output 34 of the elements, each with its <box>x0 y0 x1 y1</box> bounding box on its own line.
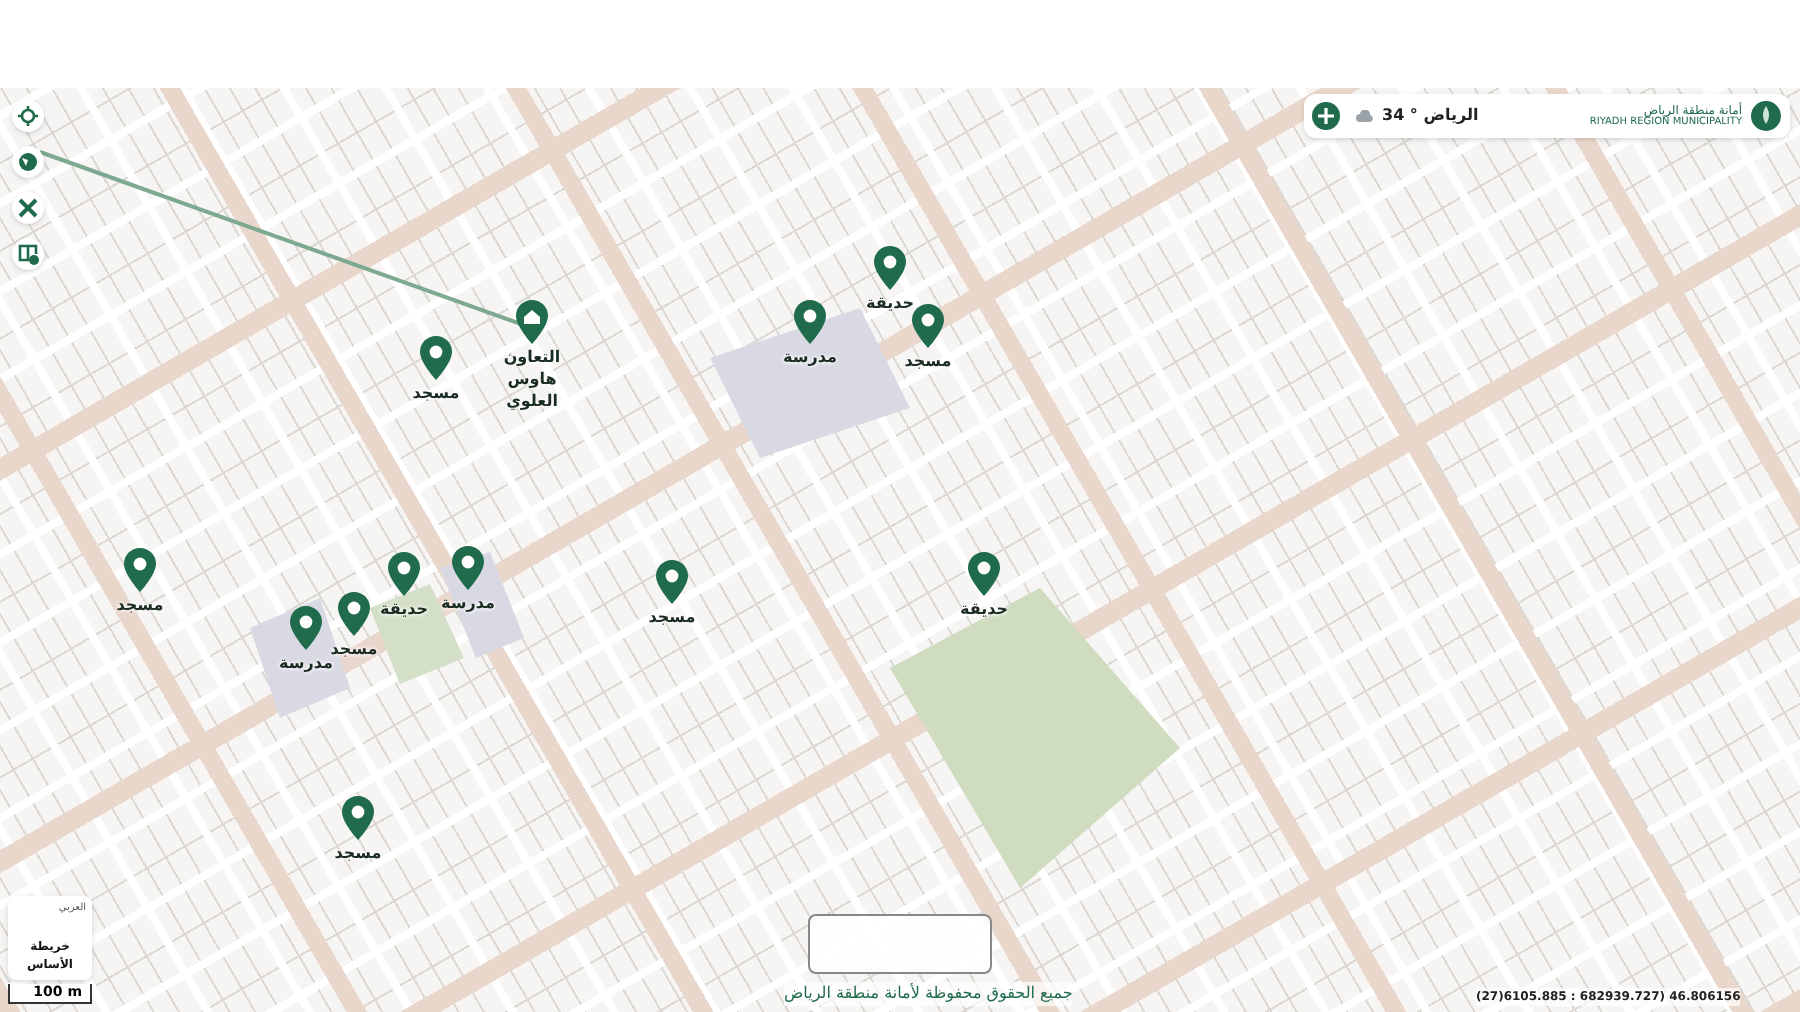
map-pin-icon[interactable] <box>420 336 452 380</box>
map-pin-icon[interactable] <box>912 304 944 348</box>
pin-label: مدرسة <box>279 654 333 674</box>
map-pin-icon[interactable] <box>968 552 1000 596</box>
tools-icon <box>18 198 38 218</box>
map-pin-icon[interactable] <box>656 560 688 604</box>
plus-icon <box>1318 108 1334 124</box>
map-pin-icon[interactable] <box>338 592 370 636</box>
pin-label: حديقة <box>960 598 1008 620</box>
house-pin-icon[interactable] <box>516 300 548 344</box>
cloud-icon <box>1356 110 1374 122</box>
map-pin-icon[interactable] <box>452 546 484 590</box>
map-pin-icon[interactable] <box>874 246 906 290</box>
pin-label: مسجد <box>412 382 460 404</box>
map-pin-icon[interactable] <box>124 548 156 592</box>
copyright-text: جميع الحقوق محفوظة لأمانة منطقة الرياض <box>784 982 1073 1006</box>
pin-label: مسجد <box>648 606 696 628</box>
pin-label: مسجد <box>904 350 952 372</box>
add-button[interactable] <box>1312 102 1340 130</box>
pin-label: مدرسة <box>783 346 837 368</box>
pin-label: حديقة <box>866 292 914 314</box>
pin-label: مدرسة <box>441 592 495 614</box>
weather-text: الرياض ° 34 <box>1382 104 1479 128</box>
emblem-icon <box>1750 100 1782 132</box>
pin-label: مسجد <box>330 638 378 659</box>
map-pin-icon[interactable] <box>290 606 322 650</box>
pin-label: مسجد <box>116 594 164 616</box>
pin-label: مسجد <box>334 842 382 864</box>
pin-label: حديقة <box>380 598 428 620</box>
crosshair-icon <box>18 106 38 126</box>
pin-label: التعاون هاوس العلوي <box>501 346 563 412</box>
map-pin-icon[interactable] <box>794 300 826 344</box>
map-pin-icon[interactable] <box>388 552 420 596</box>
map-pin-icon[interactable] <box>342 796 374 840</box>
